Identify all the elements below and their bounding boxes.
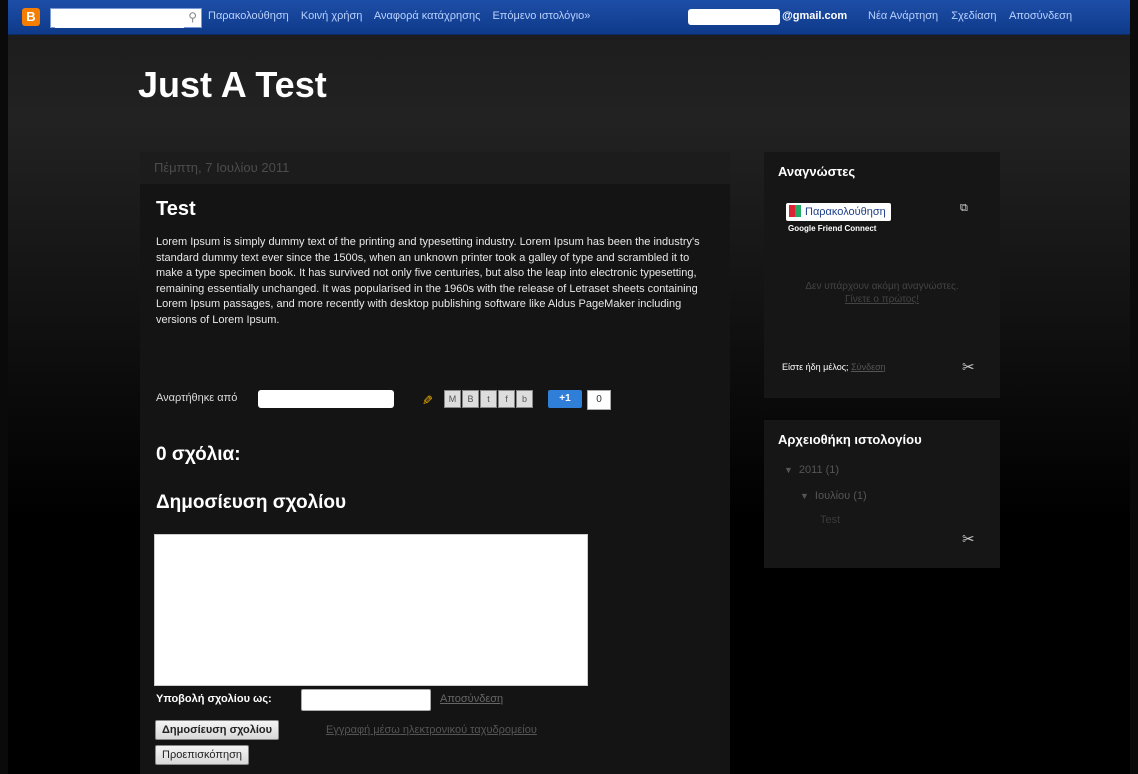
archive-month-item[interactable]: ▼ Ιουλίου (1) (800, 490, 867, 502)
navbar-links: Παρακολούθηση Κοινή χρήση Αναφορά κατάχρ… (208, 10, 599, 22)
archive-widget: Αρχειοθήκη ιστολογίου ▼ 2011 (1) ▼ Ιουλίου… (764, 420, 1000, 568)
edit-post-icon[interactable]: ✎ (418, 395, 434, 406)
archive-month-count: (1) (853, 490, 867, 502)
post-body: Lorem Ipsum is simply dummy text of the … (156, 236, 700, 326)
archive-year-item[interactable]: ▼ 2011 (1) (784, 464, 839, 476)
signout-link[interactable]: Αποσύνδεση (1009, 10, 1072, 22)
archive-title: Αρχειοθήκη ιστολογίου (778, 432, 922, 447)
email-post-icon[interactable]: M (444, 390, 461, 408)
no-readers-text: Δεν υπάρχουν ακόμη αναγνώστες. Γίνετε ο … (800, 280, 964, 306)
nav-report-abuse-link[interactable]: Αναφορά κατάχρησης (374, 10, 481, 22)
new-post-link[interactable]: Νέα Ανάρτηση (868, 10, 938, 22)
plusone-count: 0 (587, 390, 611, 410)
email-subscribe-link[interactable]: Εγγραφή μέσω ηλεκτρονικού ταχυδρομείου (326, 724, 537, 736)
comment-signout-link[interactable]: Αποσύνδεση (440, 693, 503, 705)
user-email: @gmail.com (782, 10, 848, 22)
publish-comment-button[interactable]: Δημοσίευση σχολίου (155, 720, 280, 740)
expand-triangle-icon[interactable]: ▼ (800, 491, 809, 501)
navbar-user-links: Νέα Ανάρτηση Σχεδίαση Αποσύνδεση (868, 10, 1082, 22)
archive-year-count: (1) (825, 464, 840, 476)
share-buttons: M B t f b (444, 390, 533, 408)
nav-next-blog-link[interactable]: Επόμενο ιστολόγιο» (492, 10, 590, 22)
archive-month[interactable]: Ιουλίου (815, 490, 850, 502)
blogthis-icon[interactable]: B (462, 390, 479, 408)
post-title[interactable]: Test (156, 198, 196, 221)
redacted-email-box (688, 9, 780, 25)
comment-as-label: Υποβολή σχολίου ως: (156, 693, 272, 705)
nav-share-link[interactable]: Κοινή χρήση (301, 10, 363, 22)
followers-title: Αναγνώστες (778, 164, 856, 179)
no-readers-message: Δεν υπάρχουν ακόμη αναγνώστες. (805, 281, 959, 292)
blog-title[interactable]: Just A Test (138, 64, 327, 106)
blogger-navbar: B ⚲ Παρακολούθηση Κοινή χρήση Αναφορά κα… (8, 0, 1130, 35)
main-column: Πέμπτη, 7 Ιουλίου 2011 Test Lorem Ipsum … (140, 152, 730, 774)
nav-follow-link[interactable]: Παρακολούθηση (208, 10, 289, 22)
navbar-search-input[interactable] (55, 10, 184, 28)
facebook-icon[interactable]: f (498, 390, 515, 408)
preview-button[interactable]: Προεπισκόπηση (155, 745, 249, 765)
redacted-author-box[interactable] (258, 390, 394, 408)
popout-icon[interactable]: ⧉ (960, 202, 968, 215)
widget-tools-icon[interactable]: ✂ (962, 358, 975, 376)
expand-triangle-icon[interactable]: ▼ (784, 465, 793, 475)
comment-textarea[interactable] (154, 534, 588, 686)
search-icon[interactable]: ⚲ (188, 10, 197, 24)
follow-button[interactable]: Παρακολούθηση (786, 203, 891, 221)
comments-count-heading: 0 σχόλια: (156, 444, 241, 465)
post-date: Πέμπτη, 7 Ιουλίου 2011 (140, 152, 730, 184)
post-comment-heading: Δημοσίευση σχολίου (156, 492, 347, 513)
become-first-link[interactable]: Γίνετε ο πρώτος! (800, 293, 964, 306)
followers-signin-link[interactable]: Σύνδεση (851, 362, 886, 372)
posted-by-label: Αναρτήθηκε από (156, 392, 238, 404)
widget-tools-icon[interactable]: ✂ (962, 530, 975, 548)
plusone-button[interactable]: +1 (548, 390, 582, 408)
archive-post-link[interactable]: Test (820, 514, 840, 526)
gfc-label: Google Friend Connect (788, 224, 877, 233)
already-member-text: Είστε ήδη μέλος; Σύνδεση (782, 362, 886, 372)
follow-button-label: Παρακολούθηση (805, 206, 886, 218)
followers-widget: Αναγνώστες Παρακολούθηση Google Friend C… (764, 152, 1000, 398)
twitter-icon[interactable]: t (480, 390, 497, 408)
google-friend-connect-icon (789, 205, 801, 217)
already-member-label: Είστε ήδη μέλος; (782, 362, 849, 372)
navbar-search: ⚲ (50, 8, 202, 28)
buzz-icon[interactable]: b (516, 390, 533, 408)
archive-year[interactable]: 2011 (799, 464, 823, 476)
blogger-logo-icon[interactable]: B (22, 8, 40, 26)
identity-select[interactable] (301, 689, 431, 711)
design-link[interactable]: Σχεδίαση (951, 10, 996, 22)
